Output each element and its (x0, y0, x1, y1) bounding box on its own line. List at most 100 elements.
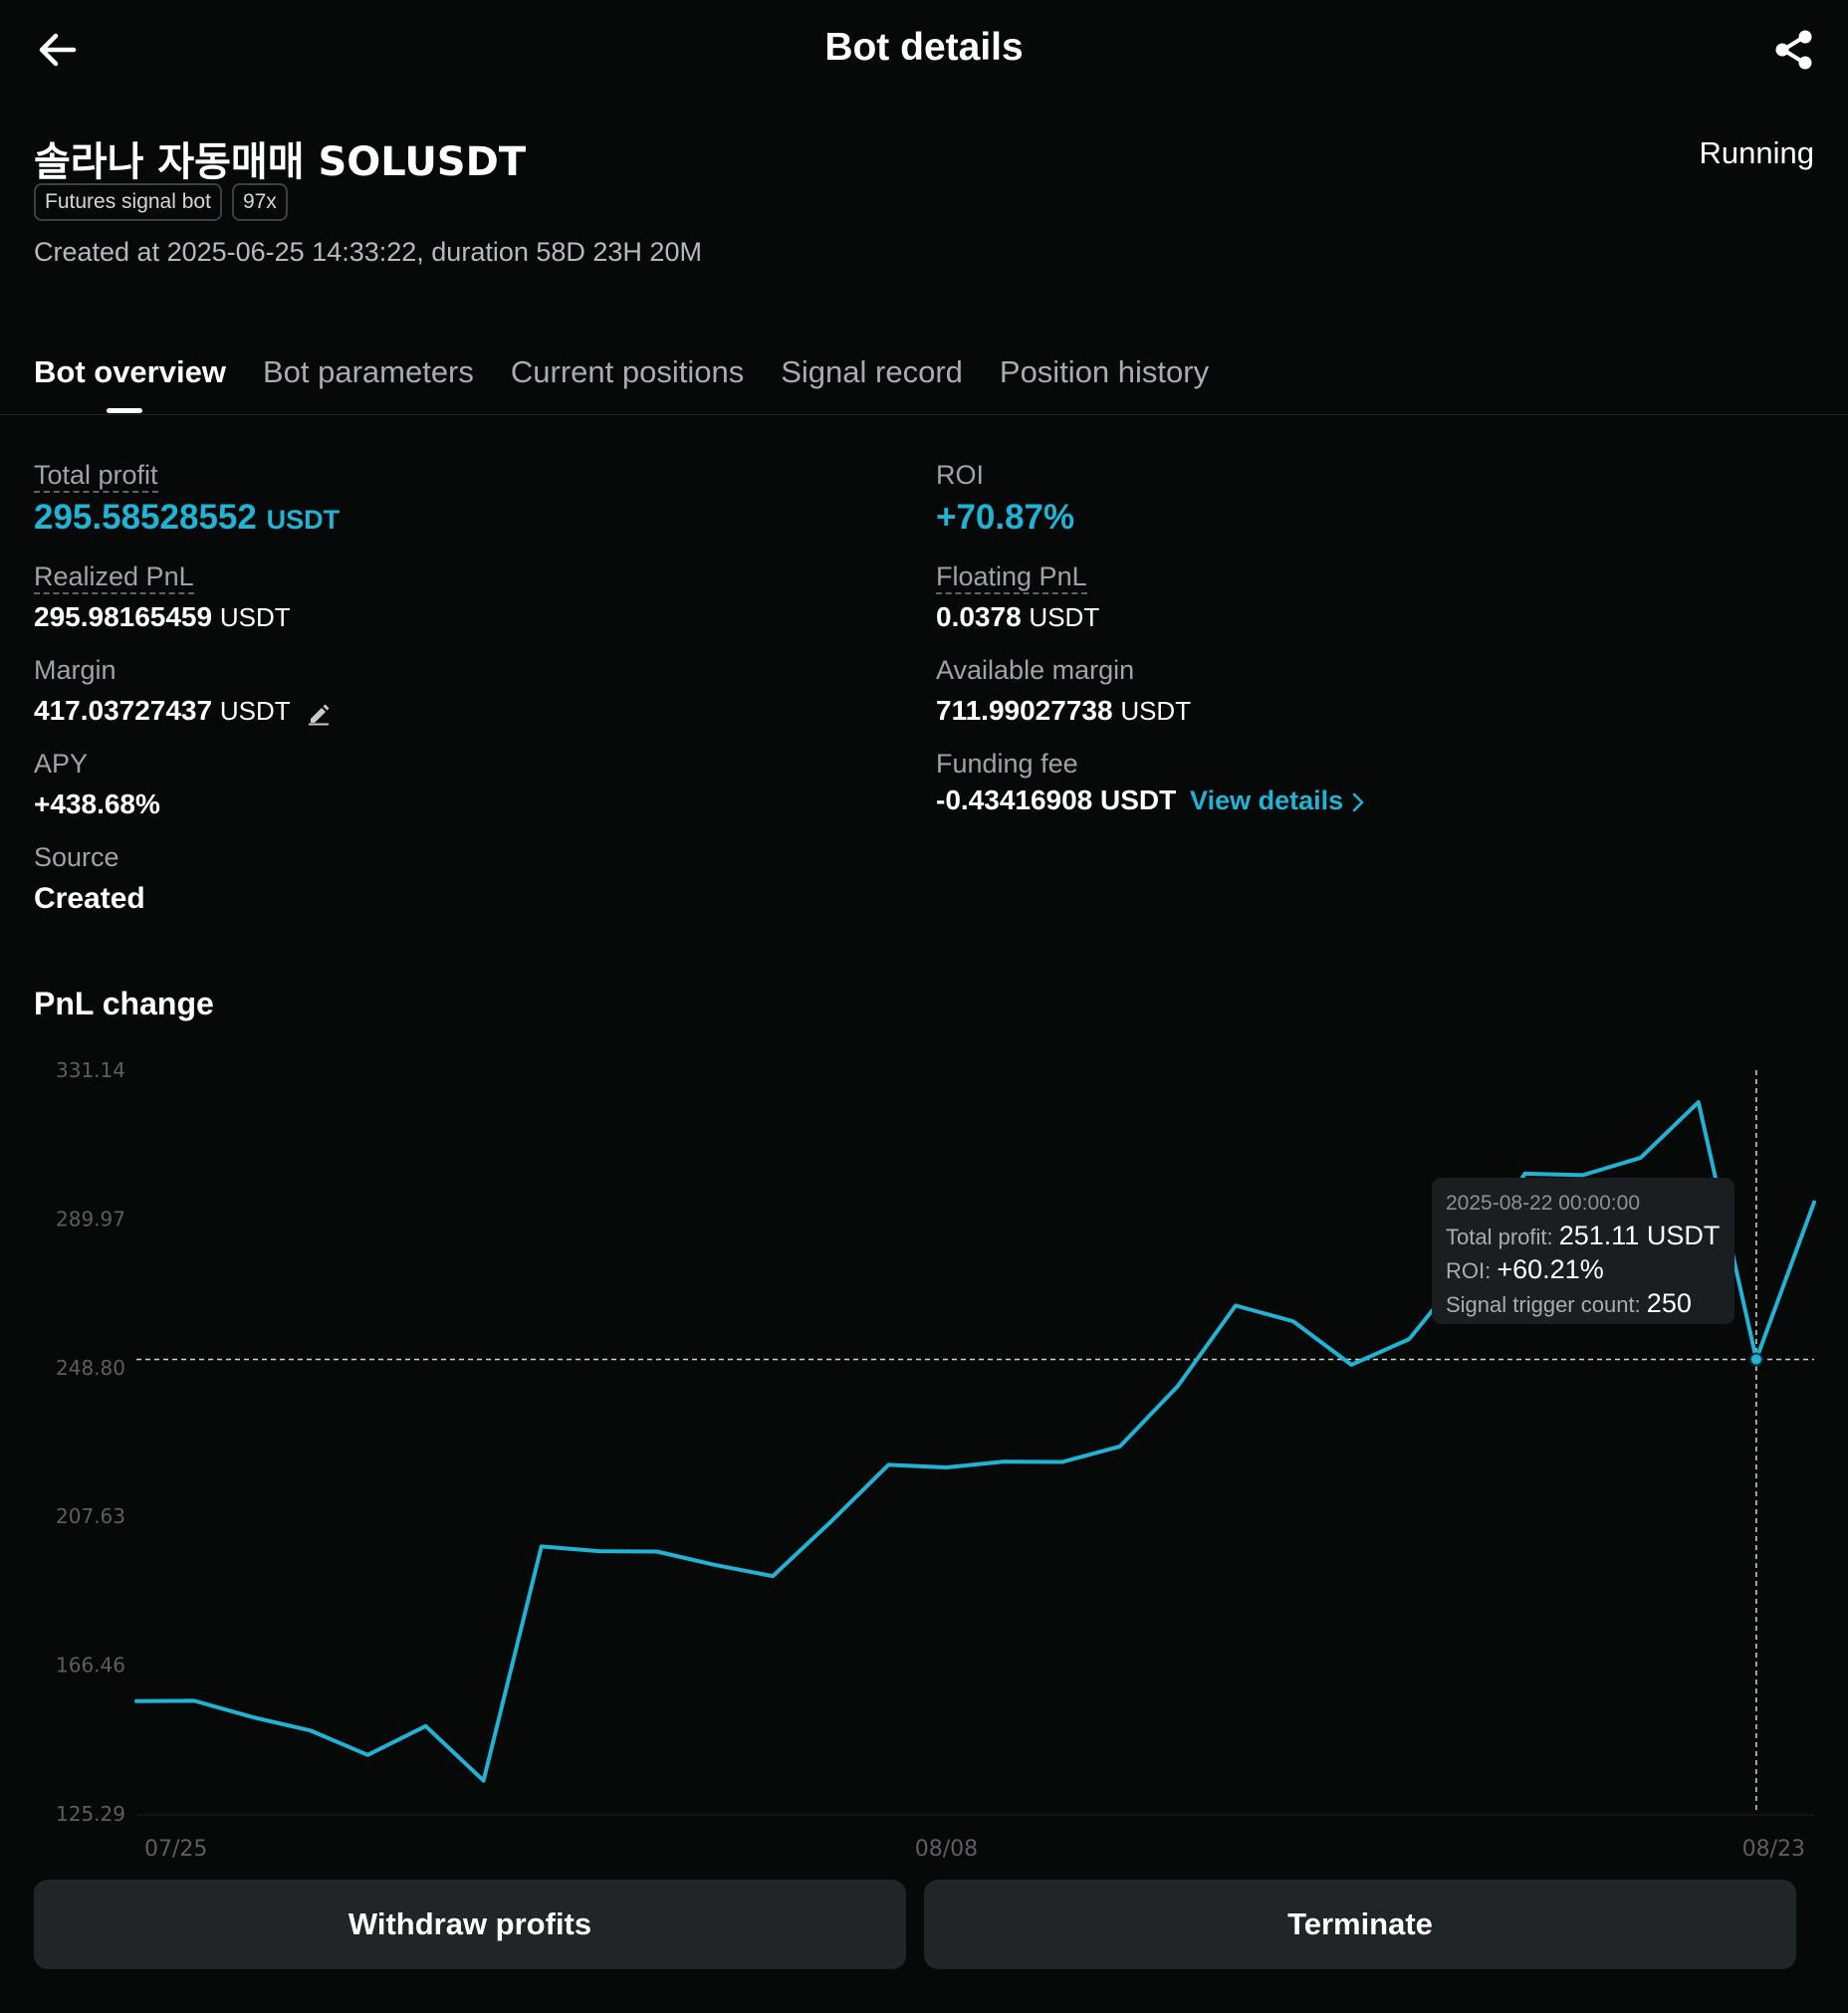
available-margin-unit: USDT (1120, 696, 1192, 726)
data-point[interactable] (649, 1544, 665, 1560)
y-tick-label: 289.97 (56, 1207, 125, 1230)
floating-pnl-value: 0.0378 USDT (936, 601, 1099, 633)
bot-type-tag: Futures signal bot (34, 183, 222, 221)
data-point[interactable] (1170, 1378, 1186, 1394)
data-point[interactable] (938, 1459, 954, 1475)
tab-signal-record[interactable]: Signal record (781, 354, 963, 414)
pnl-chart[interactable]: 331.14 289.97 248.80 207.63 166.46 125.29 07/… (0, 1045, 1848, 1872)
y-tick-label: 125.29 (56, 1802, 125, 1826)
tooltip-roi-value: +60.21% (1497, 1254, 1604, 1284)
funding-fee-value: -0.43416908 USDT View details (936, 784, 1365, 816)
tooltip-signal-value: 250 (1646, 1288, 1692, 1318)
tab-bot-overview[interactable]: Bot overview (34, 354, 226, 414)
x-tick-label: 08/23 (1742, 1837, 1805, 1862)
data-point[interactable] (1633, 1150, 1649, 1166)
source-label: Source (34, 842, 119, 872)
data-point[interactable] (302, 1722, 318, 1738)
y-tick-label: 207.63 (56, 1504, 125, 1528)
margin-unit: USDT (219, 696, 291, 726)
tab-bot-parameters[interactable]: Bot parameters (263, 354, 474, 414)
data-point[interactable] (1285, 1313, 1301, 1329)
realized-pnl-stat: Realized PnL (34, 561, 194, 594)
data-point[interactable] (1691, 1094, 1707, 1110)
terminate-button[interactable]: Terminate (924, 1880, 1796, 1969)
data-point[interactable] (765, 1568, 781, 1584)
y-tick-label: 331.14 (56, 1058, 125, 1082)
available-margin-number: 711.99027738 (936, 695, 1113, 726)
tooltip-total-profit-label: Total profit: (1446, 1225, 1553, 1249)
x-tick-label: 08/08 (915, 1837, 978, 1862)
active-tab-indicator (107, 408, 142, 413)
data-point[interactable] (359, 1747, 375, 1763)
tab-bar: Bot overview Bot parameters Current posi… (34, 354, 1209, 414)
share-button[interactable] (1772, 28, 1816, 72)
floating-pnl-stat: Floating PnL (936, 561, 1087, 594)
withdraw-profits-button[interactable]: Withdraw profits (34, 1880, 906, 1969)
realized-pnl-value: 295.98165459 USDT (34, 601, 291, 633)
chevron-right-icon (1352, 792, 1364, 812)
data-point[interactable] (128, 1693, 144, 1709)
tooltip-total-profit-row: Total profit: 251.11 USDT (1446, 1220, 1721, 1253)
funding-fee-number: -0.43416908 USDT (936, 784, 1177, 815)
share-icon (1775, 30, 1812, 70)
margin-label: Margin (34, 655, 116, 685)
edit-margin-icon[interactable] (306, 700, 332, 726)
data-point[interactable] (997, 1454, 1013, 1469)
created-info: Created at 2025-06-25 14:33:22, duration… (34, 237, 702, 267)
margin-number: 417.03727437 (34, 695, 213, 726)
bot-name: 솔라나 자동매매 SOLUSDT (34, 139, 527, 185)
data-point[interactable] (880, 1456, 896, 1472)
view-details-link[interactable]: View details (1190, 785, 1365, 815)
highlighted-point (1748, 1352, 1763, 1367)
page-title: Bot details (824, 26, 1024, 69)
realized-pnl-number: 295.98165459 (34, 601, 213, 632)
floating-pnl-unit: USDT (1029, 602, 1100, 632)
data-point[interactable] (1054, 1454, 1070, 1470)
total-profit-unit: USDT (266, 505, 341, 535)
tooltip-total-profit-value: 251.11 USDT (1558, 1221, 1721, 1250)
data-point[interactable] (1228, 1297, 1244, 1313)
data-point[interactable] (1401, 1331, 1417, 1347)
data-point[interactable] (534, 1538, 550, 1554)
source-value: Created (34, 882, 145, 915)
apy-label: APY (34, 749, 89, 779)
total-profit-label[interactable]: Total profit (34, 460, 158, 493)
funding-fee-label: Funding fee (936, 749, 1078, 779)
bot-tags: Futures signal bot 97x (34, 183, 288, 221)
data-point[interactable] (186, 1692, 202, 1708)
data-point[interactable] (1112, 1439, 1128, 1454)
tooltip-signal-label: Signal trigger count: (1446, 1292, 1641, 1317)
tab-current-positions[interactable]: Current positions (511, 354, 744, 414)
roi-label: ROI (936, 460, 985, 490)
apy-value: +438.68% (34, 788, 160, 819)
tooltip-roi-label: ROI: (1446, 1258, 1492, 1283)
chart-tooltip: 2025-08-22 00:00:00 Total profit: 251.11… (1432, 1178, 1734, 1324)
tab-divider (0, 414, 1848, 415)
data-point[interactable] (822, 1514, 838, 1530)
available-margin-value: 711.99027738 USDT (936, 695, 1191, 727)
view-details-label: View details (1190, 785, 1344, 815)
data-point[interactable] (707, 1557, 723, 1573)
total-profit-stat: Total profit (34, 460, 158, 493)
data-point[interactable] (476, 1773, 492, 1789)
margin-value: 417.03727437 USDT (34, 695, 332, 727)
roi-value: +70.87% (936, 498, 1075, 537)
total-profit-number: 295.58528552 (34, 498, 257, 537)
floating-pnl-number: 0.0378 (936, 601, 1022, 632)
data-point[interactable] (1806, 1195, 1822, 1211)
tab-position-history[interactable]: Position history (1000, 354, 1209, 414)
tooltip-roi-row: ROI: +60.21% (1446, 1253, 1721, 1287)
bot-status: Running (1699, 135, 1814, 170)
y-tick-label: 166.46 (56, 1654, 125, 1678)
total-profit-value: 295.58528552 USDT (34, 498, 340, 538)
tooltip-signal-row: Signal trigger count: 250 (1446, 1287, 1721, 1321)
x-tick-label: 07/25 (144, 1837, 207, 1862)
data-point[interactable] (591, 1543, 607, 1559)
data-point[interactable] (244, 1709, 260, 1725)
realized-pnl-unit: USDT (219, 602, 291, 632)
realized-pnl-label[interactable]: Realized PnL (34, 561, 194, 594)
data-point[interactable] (418, 1718, 434, 1734)
data-point[interactable] (1343, 1357, 1359, 1373)
y-tick-label: 248.80 (56, 1356, 125, 1380)
floating-pnl-label[interactable]: Floating PnL (936, 561, 1087, 594)
